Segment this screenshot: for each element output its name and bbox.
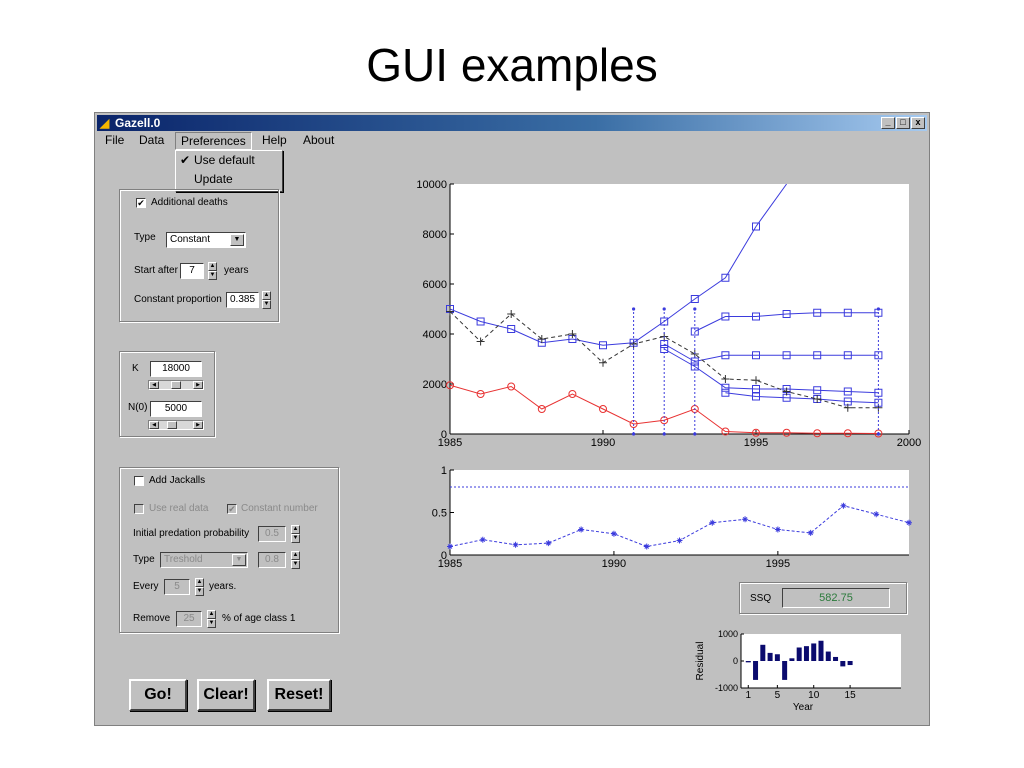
probability-chart-x-tick-label: 1995 [766,558,790,570]
residual-bar [818,640,824,661]
residual-bar [774,654,780,661]
app-window: ◢ Gazell.0 _ □ x File Data Preferences H… [94,112,930,726]
probability-chart-y-tick-label: 1 [441,465,447,477]
residual-bar [753,661,759,680]
residual-bar [760,644,766,661]
residual-bar [825,651,831,661]
residual-bar [782,661,788,680]
residual-x-tick-label: 15 [845,690,857,701]
residual-y-tick-label: -1000 [715,683,738,693]
residual-bar [833,656,839,661]
residual-bar [789,658,795,661]
residual-y-tick-label: 0 [733,656,738,666]
population-chart-y-tick-label: 10000 [416,179,447,191]
probability-chart-x-tick-label: 1990 [602,558,626,570]
population-chart-y-tick-label: 4000 [423,329,447,341]
probability-chart-y-tick-label: 0.5 [432,508,447,520]
population-series-8-point [876,432,881,436]
population-chart-x-tick-label: 1990 [591,437,615,449]
residual-x-tick-label: 5 [775,690,781,701]
residual-ylabel: Residual [695,642,706,681]
residual-y-tick-label: 1000 [718,629,738,639]
probability-chart-y-tick-label: 0 [441,550,447,562]
residual-xlabel: Year [793,702,814,713]
population-series-8-point [662,307,666,311]
population-chart-y-tick-label: 0 [441,429,447,441]
population-series-8-point [662,432,666,436]
population-series-8-point [632,432,636,436]
slide-title: GUI examples [366,39,658,91]
population-chart-plot-area [450,184,909,434]
population-series-8-point [632,307,636,311]
population-chart-y-tick-label: 2000 [423,379,447,391]
residual-bar [847,661,853,666]
residual-bar [796,647,802,661]
population-chart-x-tick-label: 1995 [744,437,768,449]
residual-x-tick-label: 10 [808,690,820,701]
residual-bar [745,661,751,663]
population-chart-x-tick-label: 2000 [897,437,921,449]
residual-bar [803,646,809,661]
residual-bar [811,643,817,661]
population-series-8-point [693,432,697,436]
population-chart-y-tick-label: 6000 [423,279,447,291]
residual-x-tick-label: 1 [745,690,751,701]
charts-svg: 1985 1990 1995 2000020004000600080001000019… [416,179,921,713]
population-series-8-point [693,307,697,311]
population-chart-y-tick-label: 8000 [423,229,447,241]
residual-bar [840,661,846,667]
population-series-8-point [876,307,881,311]
residual-bar [767,652,773,661]
